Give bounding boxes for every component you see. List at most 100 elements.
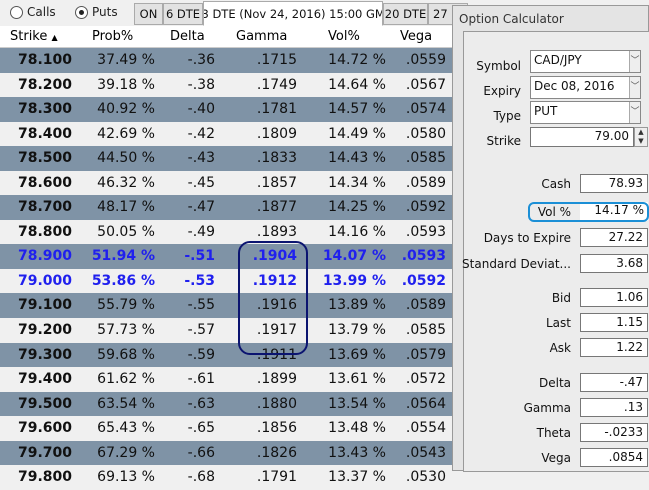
table-row[interactable]: 79.500 63.54 % -.63 .1880 13.54 % .0564 bbox=[0, 391, 453, 417]
cell-strike: 79.400 bbox=[18, 371, 73, 388]
table-row[interactable]: 78.600 46.32 % -.45 .1857 14.34 % .0589 bbox=[0, 171, 453, 196]
cell-vega: .0559 bbox=[405, 52, 446, 68]
table-row[interactable]: 79.100 55.79 % -.55.1916 13.89 % .0589 bbox=[0, 293, 453, 319]
cell-strike: 79.800 bbox=[18, 469, 73, 486]
col-strike[interactable]: Strike ▲ bbox=[10, 29, 58, 44]
table-row[interactable]: 78.900 51.94 % -.51.1904 14.07 % .0593 bbox=[0, 244, 453, 269]
spin-down-icon[interactable]: ▼ bbox=[635, 137, 647, 146]
tab-6-dte[interactable]: 6 DTE bbox=[163, 3, 203, 25]
symbol-select[interactable]: CAD/JPY ﹀ bbox=[530, 50, 641, 73]
table-row[interactable]: 79.400 61.62 % -.61 .1899 13.61 % .0572 bbox=[0, 367, 453, 392]
cell-prob: 51.94 % bbox=[91, 248, 155, 265]
cell-vega: .0589 bbox=[405, 297, 446, 314]
table-row[interactable]: 79.300 59.68 % -.59.1911 13.69 % .0579 bbox=[0, 342, 453, 368]
cell-vol: 13.99 % bbox=[322, 272, 386, 289]
cell-vol: 14.72 % bbox=[328, 52, 386, 68]
table-header: Strike ▲ Prob% Delta Gamma Vol% Vega bbox=[0, 26, 453, 48]
gamma-highlight-box bbox=[238, 241, 308, 355]
cell-vol: 14.07 % bbox=[322, 248, 386, 265]
field-value[interactable]: .0854 bbox=[580, 448, 648, 467]
field-value[interactable]: -.47 bbox=[580, 373, 648, 392]
strike-spinner[interactable]: ▲ ▼ bbox=[634, 127, 648, 147]
strike-input[interactable]: 79.00 bbox=[530, 127, 634, 147]
spin-up-icon[interactable]: ▲ bbox=[635, 128, 647, 137]
col-vega[interactable]: Vega bbox=[400, 29, 432, 44]
table-row[interactable]: 79.800 69.13 % -.68 .1791 13.37 % .0530 bbox=[0, 465, 453, 490]
cell-vol: 13.61 % bbox=[328, 371, 386, 388]
cell-prob: 59.68 % bbox=[97, 346, 155, 363]
cell-delta: -.61 bbox=[187, 371, 215, 388]
field-value[interactable]: 1.15 bbox=[580, 313, 648, 332]
table-row[interactable]: 78.500 44.50 % -.43 .1833 14.43 % .0585 bbox=[0, 146, 453, 171]
cell-strike: 78.700 bbox=[18, 199, 73, 216]
cell-delta: -.49 bbox=[187, 223, 215, 240]
field-label: Vega bbox=[541, 451, 571, 465]
type-select[interactable]: PUT ﹀ bbox=[530, 101, 641, 124]
cell-strike: 79.000 bbox=[18, 272, 73, 289]
cell-vega: .0593 bbox=[405, 223, 446, 240]
table-row[interactable]: 78.400 42.69 % -.42 .1809 14.49 % .0580 bbox=[0, 122, 453, 147]
cell-delta: -.66 bbox=[187, 444, 215, 461]
cell-delta: -.57 bbox=[187, 322, 215, 339]
cell-delta: -.43 bbox=[187, 150, 215, 167]
table-row[interactable]: 79.700 67.29 % -.66 .1826 13.43 % .0543 bbox=[0, 440, 453, 466]
cell-delta: -.38 bbox=[187, 76, 215, 93]
chevron-down-icon[interactable]: ﹀ bbox=[629, 51, 640, 72]
cell-strike: 78.900 bbox=[18, 248, 73, 265]
field-value[interactable]: 1.06 bbox=[580, 288, 648, 307]
field-value[interactable]: 27.22 bbox=[580, 228, 648, 247]
symbol-label: Symbol bbox=[476, 59, 521, 73]
cell-vol: 13.69 % bbox=[328, 346, 386, 363]
cell-vol: 13.43 % bbox=[328, 444, 386, 461]
field-value[interactable]: .13 bbox=[580, 398, 648, 417]
table-row[interactable]: 79.000 53.86 % -.53.1912 13.99 % .0592 bbox=[0, 269, 453, 294]
cell-prob: 46.32 % bbox=[97, 174, 155, 191]
puts-radio[interactable]: Puts bbox=[75, 5, 118, 19]
cell-gamma: .1715 bbox=[256, 52, 297, 68]
cell-delta: -.36 bbox=[187, 52, 215, 68]
tab-13-dte[interactable]: 13 DTE (Nov 24, 2016) 15:00 GMT bbox=[203, 1, 383, 26]
table-row[interactable]: 79.600 65.43 % -.65 .1856 13.48 % .0554 bbox=[0, 416, 453, 441]
col-prob[interactable]: Prob% bbox=[92, 29, 133, 44]
field-label: Delta bbox=[538, 376, 571, 390]
expiry-select[interactable]: Dec 08, 2016 ﹀ bbox=[530, 76, 641, 99]
cell-strike: 78.600 bbox=[18, 174, 73, 191]
calls-radio[interactable]: Calls bbox=[10, 5, 56, 19]
cell-vol: 14.43 % bbox=[328, 150, 386, 167]
table-row[interactable]: 78.200 39.18 % -.38 .1749 14.64 % .0567 bbox=[0, 73, 453, 98]
cell-delta: -.53 bbox=[184, 272, 215, 289]
cell-gamma: .1857 bbox=[256, 174, 297, 191]
cell-vega: .0580 bbox=[405, 125, 446, 142]
field-value[interactable]: 78.93 bbox=[580, 174, 648, 193]
field-value[interactable]: 3.68 bbox=[580, 254, 648, 273]
cell-vega: .0585 bbox=[405, 322, 446, 339]
cell-gamma: .1856 bbox=[256, 420, 297, 437]
cell-vega: .0592 bbox=[405, 199, 446, 216]
chevron-down-icon[interactable]: ﹀ bbox=[629, 77, 640, 98]
field-value[interactable]: 1.22 bbox=[580, 338, 648, 357]
table-row[interactable]: 78.300 40.92 % -.40 .1781 14.57 % .0574 bbox=[0, 97, 453, 122]
cell-prob: 67.29 % bbox=[97, 444, 155, 461]
cell-delta: -.45 bbox=[187, 174, 215, 191]
table-row[interactable]: 78.800 50.05 % -.49 .1893 14.16 % .0593 bbox=[0, 220, 453, 245]
col-gamma[interactable]: Gamma bbox=[236, 29, 287, 44]
tab-20-dte[interactable]: 20 DTE bbox=[383, 3, 428, 25]
cell-delta: -.51 bbox=[184, 248, 215, 265]
col-vol[interactable]: Vol% bbox=[328, 29, 360, 44]
cell-vol: 14.64 % bbox=[328, 76, 386, 93]
cell-gamma: .1826 bbox=[256, 444, 297, 461]
cell-prob: 53.86 % bbox=[91, 272, 155, 289]
type-value: PUT bbox=[534, 104, 558, 118]
field-value[interactable]: -.0233 bbox=[580, 423, 648, 442]
symbol-value: CAD/JPY bbox=[534, 53, 582, 67]
col-delta[interactable]: Delta bbox=[170, 29, 205, 44]
options-table: Strike ▲ Prob% Delta Gamma Vol% Vega 78.… bbox=[0, 26, 453, 490]
table-row[interactable]: 78.700 48.17 % -.47 .1877 14.25 % .0592 bbox=[0, 195, 453, 220]
cell-vega: .0589 bbox=[405, 174, 446, 191]
tab-on[interactable]: ON bbox=[134, 3, 163, 25]
table-row[interactable]: 79.200 57.73 % -.57.1917 13.79 % .0585 bbox=[0, 318, 453, 343]
window-title: Option Calculator bbox=[459, 12, 564, 26]
cell-gamma: .1781 bbox=[256, 101, 297, 118]
table-row[interactable]: 78.100 37.49 % -.36 .1715 14.72 % .0559 bbox=[0, 48, 453, 73]
chevron-down-icon[interactable]: ﹀ bbox=[629, 102, 640, 123]
